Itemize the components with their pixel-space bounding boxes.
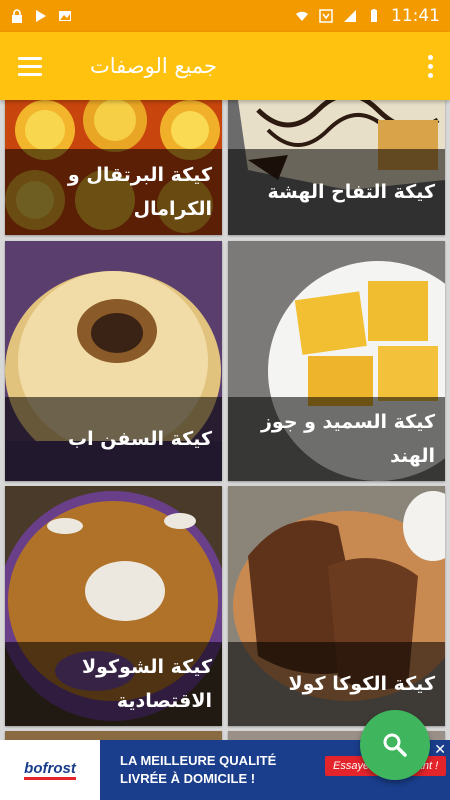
recipe-title: كيكة التفاح الهشة — [228, 149, 445, 235]
status-bar: 11:41 — [0, 0, 450, 32]
recipe-title: كيكة السميد و جوز الهند — [228, 397, 445, 481]
app-bar: جميع الوصفات — [0, 32, 450, 100]
signal-icon — [344, 10, 356, 22]
recipe-title: كيكة السفن اب — [5, 397, 222, 481]
recipe-card[interactable]: كيكة السميد و جوز الهند — [228, 241, 445, 481]
search-button[interactable] — [360, 710, 430, 780]
page-title: جميع الوصفات — [90, 54, 218, 78]
recipe-title: كيكة الشوكولا الاقتصادية — [5, 642, 222, 726]
ad-close-icon[interactable]: ✕ — [434, 742, 446, 758]
recipe-title: كيكة الكوكا كولا — [228, 642, 445, 726]
more-options-icon[interactable] — [410, 32, 450, 100]
status-time: 11:41 — [391, 6, 440, 26]
recipe-card[interactable]: كيكة التفاح الهشة — [228, 100, 445, 235]
ad-text: LA MEILLEURE QUALITÉ LIVRÉE À DOMICILE ! — [120, 753, 277, 786]
recipe-grid: كيكة البرتقال و الكرامال كيكة التفاح اله… — [0, 100, 450, 740]
recipe-card[interactable] — [5, 731, 222, 740]
search-icon — [383, 733, 407, 757]
recipe-card[interactable]: كيكة الكوكا كولا — [228, 486, 445, 726]
data-saver-icon — [319, 9, 333, 23]
recipe-card[interactable]: كيكة الشوكولا الاقتصادية — [5, 486, 222, 726]
recipe-card[interactable]: كيكة السفن اب — [5, 241, 222, 481]
wifi-icon — [296, 11, 308, 21]
play-store-icon — [36, 10, 46, 22]
recipe-title: كيكة البرتقال و الكرامال — [5, 149, 222, 235]
ad-logo: bofrost — [0, 740, 100, 800]
hamburger-menu-icon[interactable] — [0, 32, 60, 100]
image-icon — [59, 11, 71, 21]
recipe-card[interactable]: كيكة البرتقال و الكرامال — [5, 100, 222, 235]
lock-icon — [12, 9, 22, 23]
battery-icon — [371, 9, 377, 22]
